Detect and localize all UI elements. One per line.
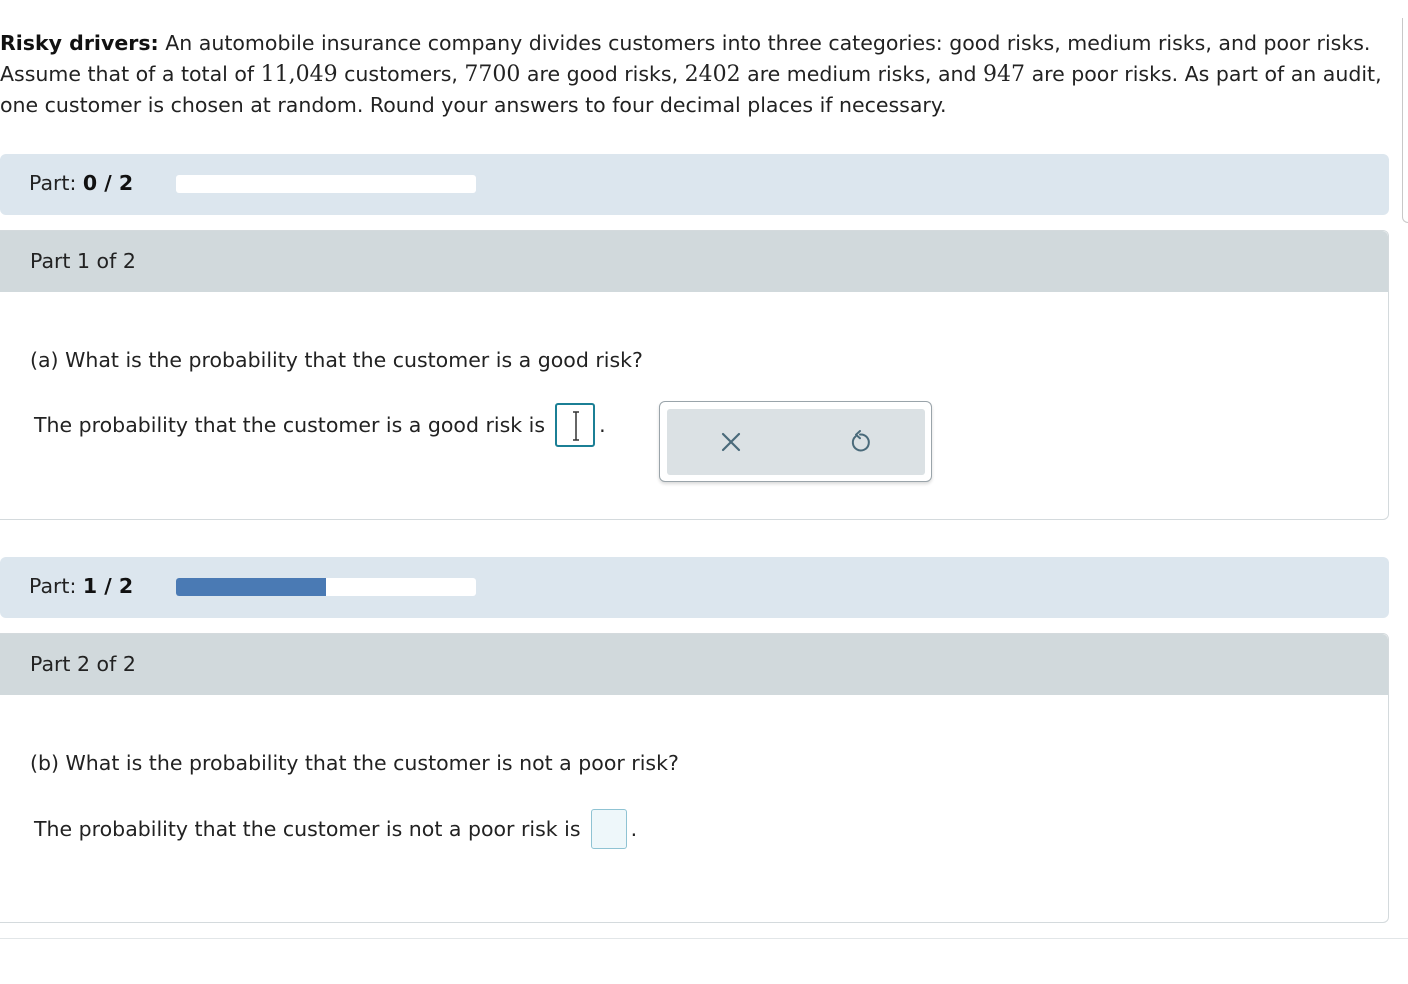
part-1-header: Part 1 of 2	[0, 231, 1388, 292]
part-progress-1: Part: 0 / 2	[0, 154, 1389, 215]
poor-risks-count: 947	[983, 61, 1026, 87]
close-icon	[721, 432, 741, 452]
answer-period-b: .	[630, 817, 638, 841]
progress-track	[176, 578, 476, 596]
answer-line-b: The probability that the customer is not…	[34, 809, 637, 849]
problem-text-4: are medium risks, and	[740, 61, 984, 86]
question-a: (a) What is the probability that the cus…	[30, 348, 643, 372]
progress-label: Part: 1 / 2	[29, 574, 134, 598]
clear-button[interactable]	[716, 427, 746, 457]
good-risks-count: 7700	[464, 61, 521, 87]
answer-line-a: The probability that the customer is a g…	[34, 403, 606, 447]
part-2-header-label: Part 2 of 2	[30, 652, 136, 676]
text-cursor-icon	[573, 411, 580, 441]
bottom-divider	[0, 938, 1408, 939]
part-progress-2: Part: 1 / 2	[0, 557, 1389, 618]
progress-label: Part: 0 / 2	[29, 171, 134, 195]
answer-input-a[interactable]	[555, 403, 596, 447]
undo-button[interactable]	[845, 427, 875, 457]
answer-prefix-a: The probability that the customer is a g…	[34, 413, 546, 437]
answer-tools-popup	[659, 401, 932, 482]
progress-value: 1 / 2	[82, 574, 134, 598]
question-b: (b) What is the probability that the cus…	[30, 751, 679, 775]
answer-period-a: .	[599, 413, 606, 437]
progress-track	[176, 175, 476, 193]
answer-input-b[interactable]	[590, 809, 627, 849]
total-customers: 11,049	[260, 61, 338, 87]
undo-icon	[851, 430, 870, 452]
answer-tools-bar	[667, 409, 925, 475]
problem-statement: Risky drivers: An automobile insurance c…	[0, 28, 1395, 121]
part-2-card: Part 2 of 2 (b) What is the probability …	[0, 633, 1389, 923]
part-1-header-label: Part 1 of 2	[30, 249, 136, 273]
medium-risks-count: 2402	[684, 61, 741, 87]
progress-fill	[176, 578, 326, 596]
side-panel-edge	[1402, 18, 1408, 223]
part-2-header: Part 2 of 2	[0, 634, 1388, 695]
problem-text-2: customers,	[337, 61, 465, 86]
answer-prefix-b: The probability that the customer is not…	[34, 817, 581, 841]
progress-value: 0 / 2	[82, 171, 134, 195]
problem-title: Risky drivers:	[0, 31, 159, 55]
problem-text-3: are good risks,	[520, 61, 685, 86]
page: Risky drivers: An automobile insurance c…	[0, 0, 1408, 984]
